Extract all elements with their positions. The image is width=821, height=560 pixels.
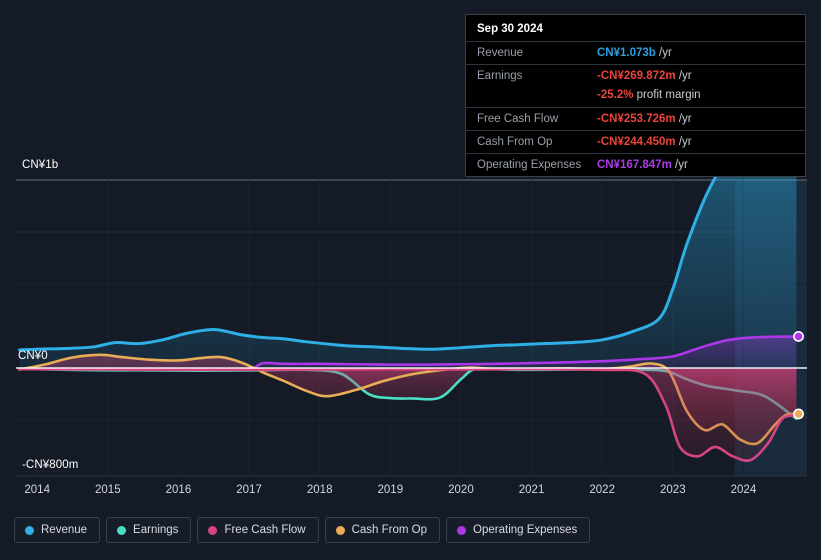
y-axis-label-top: CN¥1b	[22, 159, 59, 171]
tooltip-row: Earnings -CN¥269.872m /yr	[466, 64, 805, 87]
tooltip-date: Sep 30 2024	[477, 23, 543, 35]
legend-item-cash-from-op[interactable]: Cash From Op	[324, 517, 441, 543]
tooltip-rows: Revenue CN¥1.073b /yr Earnings -CN¥269.872m…	[466, 41, 805, 176]
legend-item-label: Earnings	[133, 524, 179, 536]
legend-item-label: Revenue	[41, 524, 88, 536]
tooltip-row-value: -CN¥244.450m /yr	[597, 136, 692, 148]
x-axis-tick-2024: 2024	[730, 484, 757, 496]
tooltip-row: Revenue CN¥1.073b /yr	[466, 41, 805, 64]
tooltip-row-label: Operating Expenses	[477, 159, 582, 171]
x-axis-tick-2021: 2021	[518, 484, 545, 496]
tooltip-row-amount: -25.2%	[597, 89, 634, 101]
series-layer	[18, 176, 798, 463]
x-axis-tick-2023: 2023	[660, 484, 686, 496]
legend-item-free-cash-flow[interactable]: Free Cash Flow	[197, 517, 319, 543]
tooltip-row-value: -CN¥269.872m /yr	[597, 70, 692, 82]
tooltip-row-value: -25.2% profit margin	[597, 89, 701, 101]
legend-item-label: Cash From Op	[351, 524, 428, 536]
tooltip-row-unit: /yr	[675, 113, 692, 125]
series-area-revenue	[19, 176, 797, 368]
tooltip-row-amount: -CN¥269.872m	[597, 70, 676, 82]
endpoint-marker-operating-expenses	[793, 331, 804, 342]
tooltip-row-label: Cash From Op	[477, 136, 553, 148]
tooltip-row: Free Cash Flow -CN¥253.726m /yr	[466, 107, 805, 130]
tooltip-row-amount: -CN¥244.450m	[597, 136, 676, 148]
tooltip-row-amount: -CN¥253.726m	[597, 113, 676, 125]
tooltip-row: Cash From Op -CN¥244.450m /yr	[466, 130, 805, 153]
tooltip-row-amount: CN¥167.847m	[597, 159, 672, 171]
data-tooltip: Sep 30 2024 Revenue CN¥1.073b /yr Earnings…	[465, 14, 806, 177]
tooltip-row-label: Earnings	[477, 70, 523, 82]
legend-color-dot	[117, 525, 127, 535]
x-axis: 2014 2015 2016 2017 2018 2019 2020 2021 2022 2023…	[16, 484, 807, 500]
tooltip-row-label: Free Cash Flow	[477, 113, 559, 125]
tooltip-row: -25.2% profit margin	[466, 87, 805, 107]
x-axis-tick-2014: 2014	[24, 484, 50, 496]
y-axis-label-zero: CN¥0	[18, 350, 48, 362]
tooltip-row-value: -CN¥253.726m /yr	[597, 113, 692, 125]
chart-legend: Revenue Earnings Free Cash Flow Cash From O…	[14, 517, 591, 543]
endpoint-marker-cash-from-op	[793, 408, 804, 420]
legend-item-label: Free Cash Flow	[224, 524, 306, 536]
tooltip-row-unit: /yr	[675, 136, 692, 148]
legend-item-revenue[interactable]: Revenue	[14, 517, 101, 543]
financial-performance-chart: CN¥1b CN¥0 -CN¥800m 2014 2015 2016 2017 2018…	[0, 0, 821, 560]
tooltip-row-unit: profit margin	[633, 89, 701, 101]
tooltip-row-label: Revenue	[477, 47, 524, 59]
x-gridlines	[36, 180, 744, 476]
tooltip-row-amount: CN¥1.073b	[597, 47, 656, 59]
x-axis-tick-2018: 2018	[306, 484, 333, 496]
legend-color-dot	[335, 525, 345, 535]
x-axis-tick-2017: 2017	[236, 484, 262, 496]
tooltip-row-unit: /yr	[655, 47, 672, 59]
legend-item-label: Operating Expenses	[473, 524, 578, 536]
x-axis-tick-2015: 2015	[95, 484, 121, 496]
tooltip-row-unit: /yr	[671, 159, 688, 171]
legend-color-dot	[208, 525, 218, 535]
legend-item-operating-expenses[interactable]: Operating Expenses	[446, 517, 591, 543]
x-axis-tick-2019: 2019	[377, 484, 404, 496]
legend-item-earnings[interactable]: Earnings	[106, 517, 192, 543]
legend-color-dot	[457, 525, 467, 535]
tooltip-row-value: CN¥167.847m /yr	[597, 159, 688, 171]
y-axis-label-bottom: -CN¥800m	[22, 459, 79, 471]
x-axis-tick-2020: 2020	[448, 484, 474, 496]
x-axis-tick-2022: 2022	[589, 484, 615, 496]
tooltip-row: Operating Expenses CN¥167.847m /yr	[466, 153, 805, 176]
x-axis-tick-2016: 2016	[165, 484, 192, 496]
tooltip-row-value: CN¥1.073b /yr	[597, 47, 672, 59]
legend-color-dot	[25, 525, 34, 535]
tooltip-row-unit: /yr	[675, 70, 692, 82]
